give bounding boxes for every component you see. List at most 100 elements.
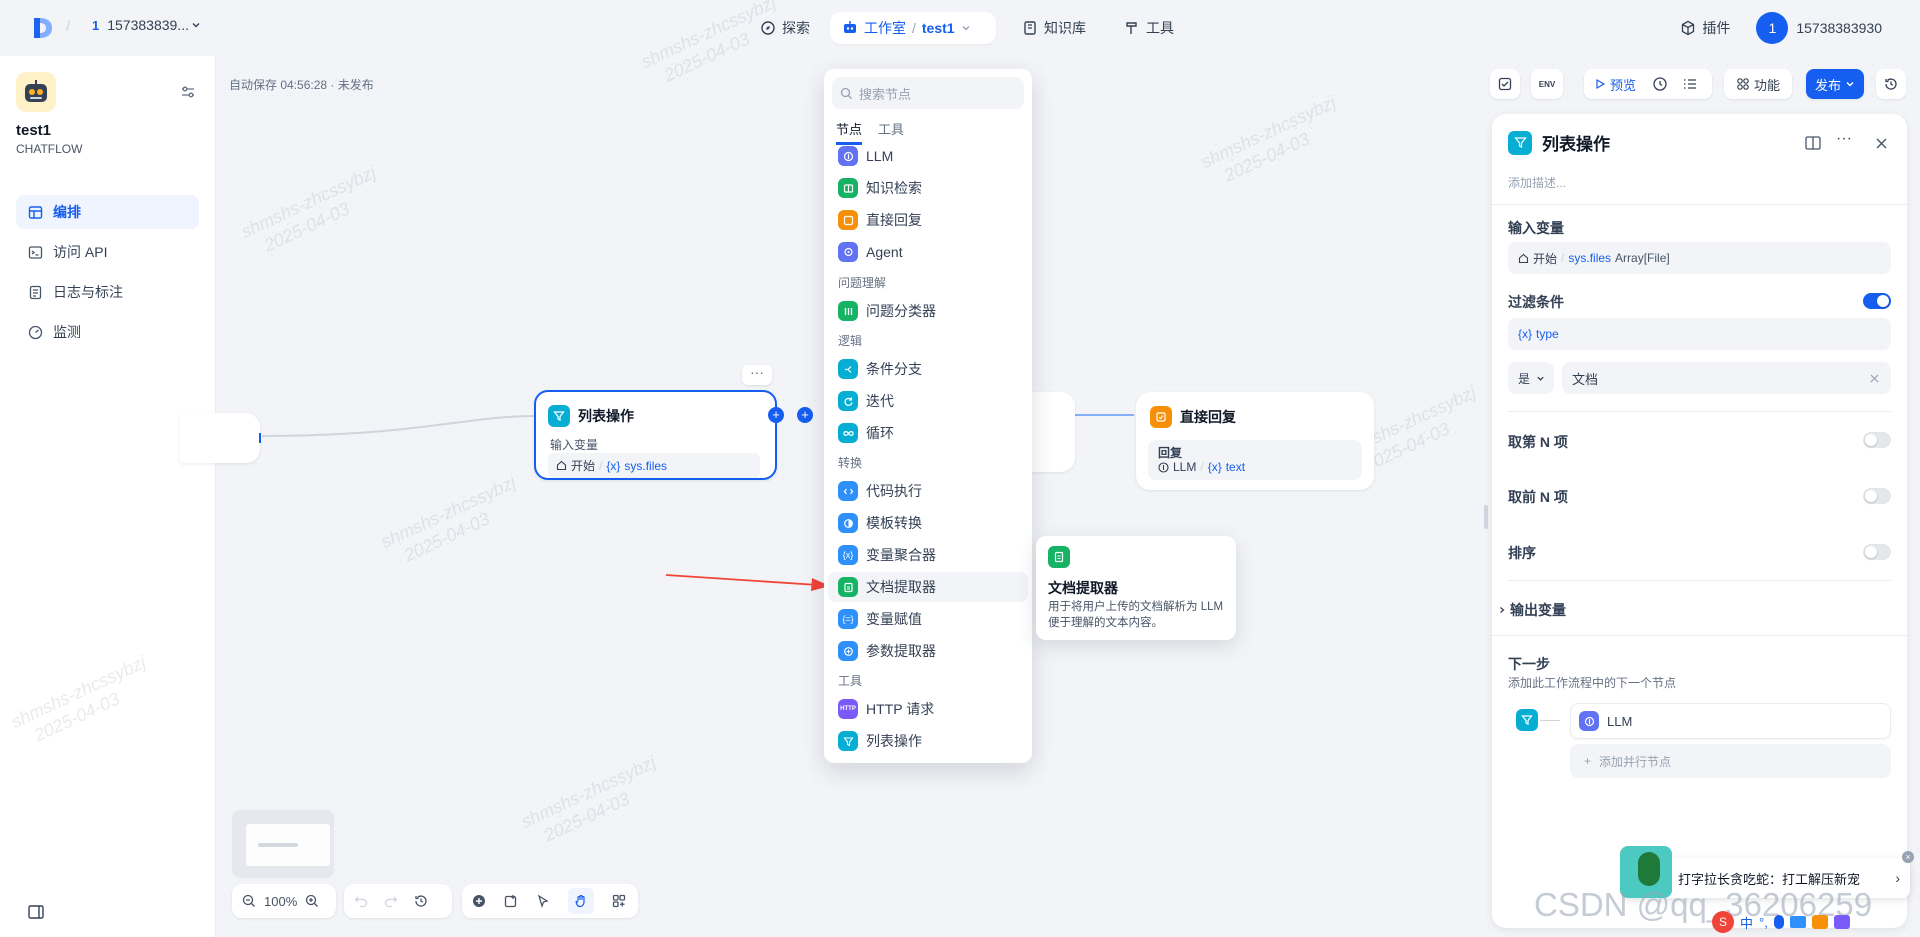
zoom-out-icon[interactable] bbox=[242, 894, 256, 908]
pointer-icon[interactable] bbox=[536, 894, 550, 908]
picker-item-agent[interactable]: Agent bbox=[828, 237, 1028, 267]
picker-item-param-extractor[interactable]: 参数提取器 bbox=[828, 636, 1028, 666]
panel-resize-handle[interactable] bbox=[1484, 505, 1488, 529]
more-icon[interactable]: ··· bbox=[1836, 130, 1852, 148]
undo-icon[interactable] bbox=[354, 894, 368, 908]
features-button[interactable]: 功能 bbox=[1724, 69, 1792, 99]
filter-operator-select[interactable]: 是 bbox=[1508, 362, 1554, 394]
ime-lang-icon[interactable]: 中 bbox=[1740, 913, 1753, 932]
sidebar-item-orchestrate[interactable]: 编排 bbox=[16, 195, 199, 229]
mic-icon[interactable] bbox=[1773, 915, 1784, 929]
llm-icon bbox=[1158, 461, 1169, 473]
first-n-toggle[interactable] bbox=[1863, 488, 1891, 504]
version-history-button[interactable] bbox=[1876, 69, 1906, 99]
skin-icon[interactable] bbox=[1811, 915, 1828, 929]
input-variable-field[interactable]: 开始 / sys.files Array[File] bbox=[1508, 242, 1891, 274]
picker-item-code[interactable]: 代码执行 bbox=[828, 476, 1028, 506]
add-node-icon[interactable] bbox=[472, 894, 486, 908]
add-next-node-handle[interactable]: + bbox=[768, 407, 784, 423]
close-icon[interactable] bbox=[1876, 138, 1887, 149]
picker-item-template[interactable]: 模板转换 bbox=[828, 508, 1028, 538]
node-more-button[interactable]: ··· bbox=[742, 365, 772, 385]
env-button[interactable]: ENV bbox=[1531, 69, 1563, 99]
organize-icon[interactable] bbox=[612, 894, 626, 908]
sidebar-item-logs[interactable]: 日志与标注 bbox=[16, 275, 199, 309]
preview-button[interactable]: 预览 bbox=[1584, 75, 1636, 94]
node-handle[interactable] bbox=[259, 433, 261, 443]
dify-logo[interactable] bbox=[32, 16, 54, 40]
doc-extractor-icon bbox=[838, 577, 858, 597]
nth-item-toggle[interactable] bbox=[1863, 432, 1891, 448]
http-icon: HTTP bbox=[838, 699, 858, 719]
picker-item-knowledge[interactable]: 知识检索 bbox=[828, 173, 1028, 203]
publish-button[interactable]: 发布 bbox=[1806, 69, 1864, 99]
output-variables-toggle[interactable]: 输出变量 bbox=[1498, 600, 1566, 620]
zoom-in-icon[interactable] bbox=[305, 894, 319, 908]
ad-close-icon[interactable]: × bbox=[1902, 851, 1914, 863]
picker-item-if-else[interactable]: 条件分支 bbox=[828, 354, 1028, 384]
picker-item-list-operator[interactable]: 列表操作 bbox=[828, 726, 1028, 756]
checklist-button[interactable] bbox=[1490, 69, 1520, 99]
panel-title[interactable]: 列表操作 bbox=[1542, 130, 1610, 155]
sidebar-item-label: 日志与标注 bbox=[53, 284, 123, 300]
start-node-partial[interactable] bbox=[180, 413, 260, 463]
picker-item-http[interactable]: HTTP HTTP 请求 bbox=[828, 694, 1028, 724]
panel-description[interactable]: 添加描述... bbox=[1508, 174, 1566, 191]
first-n-label: 取前 N 项 bbox=[1508, 489, 1568, 505]
clear-icon[interactable] bbox=[1870, 373, 1879, 383]
filter-variable-field[interactable]: {x} type bbox=[1508, 318, 1891, 350]
picker-item-assigner[interactable]: {=} 变量赋值 bbox=[828, 604, 1028, 634]
sidebar-item-api[interactable]: 访问 API bbox=[16, 235, 199, 269]
list-check-icon[interactable] bbox=[1682, 76, 1698, 92]
direct-reply-node[interactable]: 直接回复 回复 LLM / {x} text bbox=[1136, 392, 1374, 490]
plugins-link[interactable]: 插件 bbox=[1680, 18, 1730, 38]
picker-item-loop[interactable]: 循环 bbox=[828, 418, 1028, 448]
picker-item-classifier[interactable]: 问题分类器 bbox=[828, 296, 1028, 326]
filter-operator: 是 bbox=[1518, 371, 1531, 386]
filter-value: 文档 bbox=[1572, 371, 1599, 387]
collapse-sidebar-icon[interactable] bbox=[28, 905, 44, 919]
connector-line bbox=[1540, 720, 1560, 721]
settings-sliders-icon[interactable] bbox=[180, 84, 196, 100]
redo-icon[interactable] bbox=[384, 894, 398, 908]
nav-explore[interactable]: 探索 bbox=[748, 12, 822, 44]
add-note-icon[interactable] bbox=[504, 894, 518, 908]
sort-label: 排序 bbox=[1508, 545, 1536, 561]
template-icon bbox=[838, 513, 858, 533]
section-tools: 工具 bbox=[838, 674, 863, 688]
workspace-selector[interactable]: 1 157383839... bbox=[92, 17, 201, 33]
history-icon[interactable] bbox=[414, 894, 428, 908]
next-node-llm[interactable]: LLM bbox=[1570, 703, 1891, 739]
knowledge-icon bbox=[838, 178, 858, 198]
split-view-icon[interactable] bbox=[1805, 136, 1821, 150]
nav-studio[interactable]: 工作室 / test1 bbox=[830, 12, 996, 44]
ime-punct-icon[interactable]: °, bbox=[1759, 915, 1768, 930]
picker-item-aggregator[interactable]: {x} 变量聚合器 bbox=[828, 540, 1028, 570]
ime-icon[interactable]: S bbox=[1712, 911, 1734, 933]
picker-item-iteration[interactable]: 迭代 bbox=[828, 386, 1028, 416]
node-search-input[interactable]: 搜索节点 bbox=[832, 77, 1024, 109]
nav-knowledge[interactable]: 知识库 bbox=[1010, 12, 1098, 44]
picker-item-llm[interactable]: LLM bbox=[828, 141, 1028, 171]
picker-item-reply[interactable]: 直接回复 bbox=[828, 205, 1028, 235]
account-menu[interactable]: 1 15738383930 bbox=[1756, 12, 1882, 44]
minimap[interactable] bbox=[232, 810, 334, 878]
nav-tools[interactable]: 工具 bbox=[1112, 12, 1186, 44]
add-node-button[interactable]: + bbox=[797, 407, 813, 423]
keyboard-icon[interactable] bbox=[1789, 916, 1806, 928]
filter-toggle[interactable] bbox=[1863, 293, 1891, 309]
picker-item-doc-extractor[interactable]: 文档提取器 bbox=[828, 572, 1028, 602]
list-operation-node[interactable]: 列表操作 输入变量 开始 / {x} sys.files bbox=[534, 390, 777, 480]
picker-item-label: HTTP 请求 bbox=[866, 701, 935, 717]
play-icon bbox=[1596, 78, 1606, 90]
picker-item-label: 列表操作 bbox=[866, 733, 922, 749]
run-history-icon[interactable] bbox=[1652, 76, 1668, 92]
sort-toggle[interactable] bbox=[1863, 544, 1891, 560]
zoom-level[interactable]: 100% bbox=[264, 894, 297, 909]
current-app-name[interactable]: test1 bbox=[922, 20, 955, 36]
sidebar-item-monitor[interactable]: 监测 bbox=[16, 315, 199, 349]
toolbox-icon[interactable] bbox=[1833, 915, 1850, 929]
filter-value-input[interactable]: 文档 bbox=[1562, 362, 1891, 394]
add-parallel-node-button[interactable]: + 添加并行节点 bbox=[1570, 744, 1891, 778]
hand-tool-button[interactable] bbox=[568, 888, 594, 914]
